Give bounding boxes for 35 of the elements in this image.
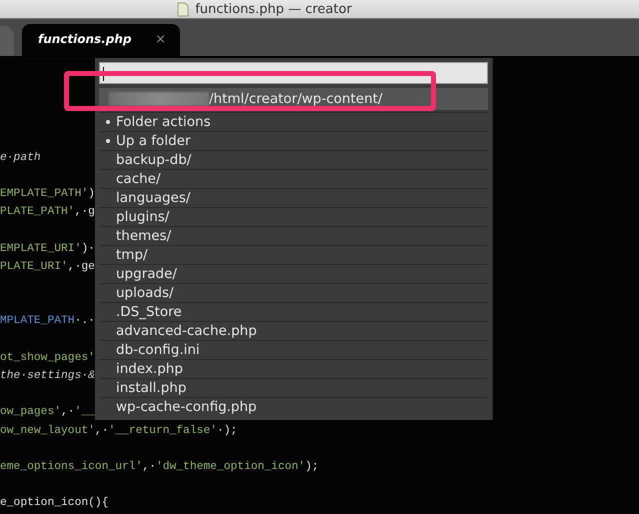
list-item[interactable]: upgrade/	[99, 264, 488, 283]
code-line: PLATE_PATH',·g	[0, 204, 95, 220]
code-line: the·settings·&	[0, 368, 95, 384]
code-line: EMPLATE_URI')·	[0, 242, 95, 257]
bullet-icon	[106, 120, 110, 124]
code-line: MPLATE_PATH·.·	[0, 314, 95, 330]
code-line: PLATE_URI',·ge	[0, 260, 95, 275]
document-icon	[177, 2, 190, 16]
list-item[interactable]: index.php	[99, 359, 488, 378]
editor-tab[interactable]: functions.php ×	[22, 24, 180, 56]
code-line: e·path	[0, 150, 41, 166]
list-item[interactable]: Up a folder	[99, 131, 488, 150]
path-text: /html/creator/wp-content/	[209, 91, 382, 107]
window-title: functions.php — creator	[195, 2, 352, 16]
list-item[interactable]: backup-db/	[99, 150, 488, 169]
list-item[interactable]: .DS_Store	[99, 302, 488, 321]
close-icon[interactable]: ×	[155, 32, 166, 46]
list-item[interactable]: tmp/	[99, 245, 488, 264]
list-item[interactable]: db-config.ini	[99, 340, 488, 359]
list-item[interactable]: uploads/	[99, 283, 488, 302]
bullet-icon	[106, 139, 110, 143]
code-line: ow_pages',·'__	[0, 404, 95, 420]
code-line: ot_show_pages'	[0, 350, 95, 366]
list-item[interactable]: Folder actions	[99, 112, 488, 131]
list-item[interactable]: install.php	[99, 378, 488, 397]
list-item[interactable]: advanced-cache.php	[99, 321, 488, 340]
code-line: e_option_icon(){	[0, 496, 108, 512]
list-item[interactable]: cache/	[99, 169, 488, 188]
list-item[interactable]: languages/	[99, 188, 488, 207]
code-line: ow_new_layout',·'__return_false'·);	[0, 424, 238, 439]
code-line: eme_options_icon_url',·'dw_theme_option_icon');	[0, 460, 319, 475]
list-item[interactable]: wp-cache-config.php	[99, 397, 488, 416]
code-line: EMPLATE_PATH')	[0, 186, 95, 202]
list-item[interactable]: plugins/	[99, 207, 488, 226]
list-item[interactable]: themes/	[99, 226, 488, 245]
